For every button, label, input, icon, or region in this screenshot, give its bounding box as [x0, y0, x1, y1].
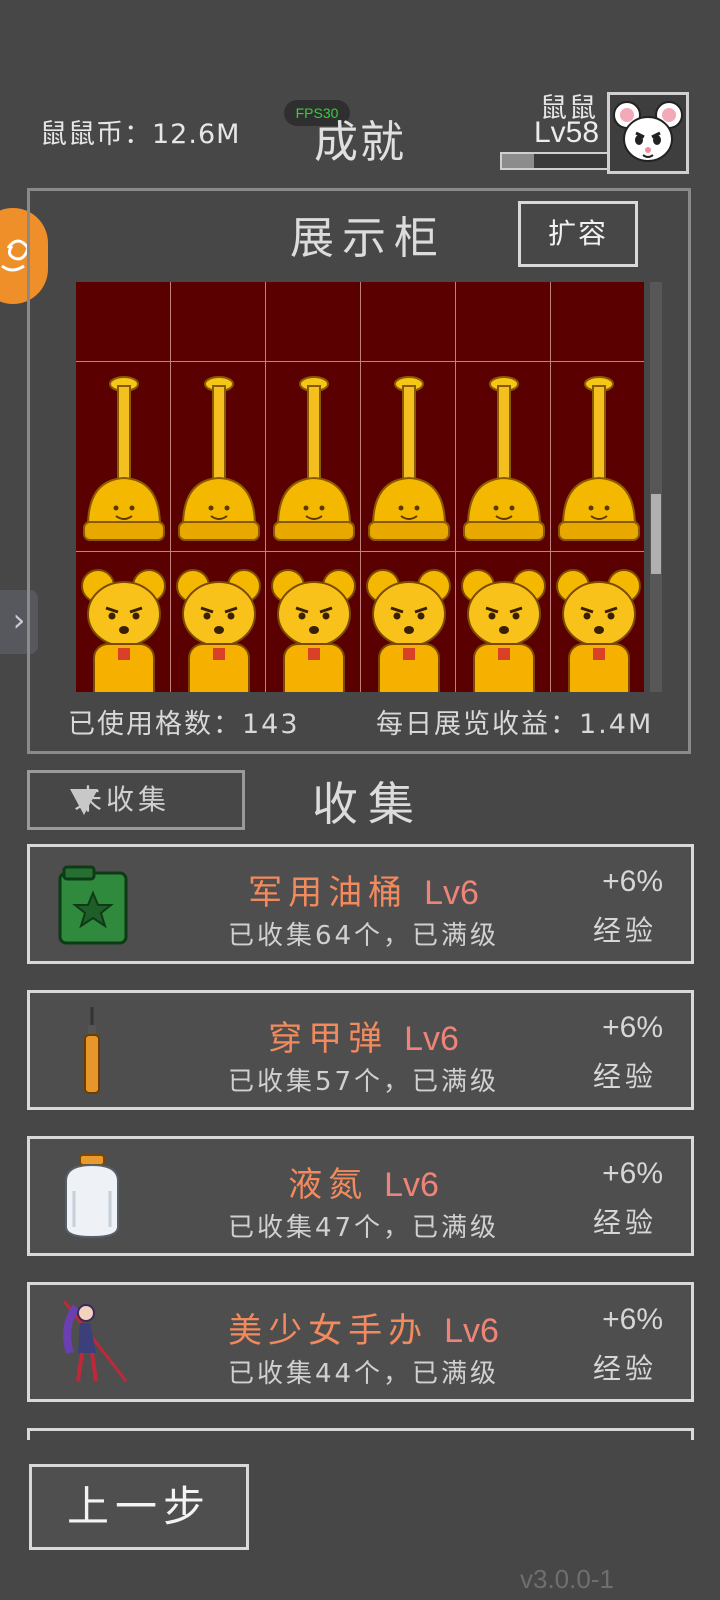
item-level: Lv6: [404, 1020, 459, 1058]
xp-progress-bar: [500, 152, 610, 170]
exp-bonus-label: 经验: [592, 1352, 657, 1385]
golden-plunger-icon: [273, 376, 355, 541]
golden-plunger-icon: [178, 376, 260, 541]
player-avatar[interactable]: [607, 92, 689, 174]
showcase-cell-golden-bear[interactable]: [456, 552, 551, 692]
collection-card[interactable]: 液氮 Lv6 已收集47个，已满级 +6% 经验: [27, 1136, 694, 1256]
golden-bear-figure-icon: [176, 569, 261, 692]
exp-bonus-value: +6%: [602, 865, 663, 898]
showcase-cell-speaker[interactable]: [456, 282, 551, 362]
item-name: 液氮 Lv6: [288, 1165, 439, 1205]
showcase-cell-golden-bear[interactable]: [266, 552, 361, 692]
showcase-cell-plunger[interactable]: [551, 362, 644, 552]
exp-bonus-label: 经验: [592, 914, 657, 947]
showcase-cell-speaker[interactable]: [171, 282, 266, 362]
speaker-icon: [551, 282, 644, 362]
golden-bear-figure-icon: [461, 569, 546, 692]
showcase-cell-plunger[interactable]: [266, 362, 361, 552]
collection-card-partial: [27, 1428, 694, 1440]
showcase-cell-speaker[interactable]: [76, 282, 171, 362]
showcase-cell-plunger[interactable]: [456, 362, 551, 552]
exp-bonus-label: 经验: [592, 1060, 657, 1093]
expand-button[interactable]: 扩容: [518, 201, 638, 267]
triangle-down-icon: [70, 789, 98, 815]
collection-title: 收集: [312, 777, 424, 831]
mouse-avatar-icon: [613, 101, 683, 162]
collection-card[interactable]: 美少女手办 Lv6 已收集44个，已满级 +6% 经验: [27, 1282, 694, 1402]
back-button[interactable]: 上一步: [29, 1464, 249, 1550]
showcase-cell-golden-bear[interactable]: [171, 552, 266, 692]
golden-plunger-icon: [83, 376, 165, 541]
collection-card[interactable]: 穿甲弹 Lv6 已收集57个，已满级 +6% 经验: [27, 990, 694, 1110]
scrollbar-thumb[interactable]: [651, 494, 661, 574]
speaker-icon: [361, 282, 456, 362]
item-name: 穿甲弹 Lv6: [268, 1019, 459, 1059]
golden-plunger-icon: [463, 376, 545, 541]
daily-exhibit-income: 每日展览收益：1.4M: [376, 709, 654, 740]
speaker-icon: [266, 282, 361, 362]
item-name: 美少女手办 Lv6: [228, 1311, 499, 1351]
showcase-cell-speaker[interactable]: [361, 282, 456, 362]
exp-bonus-value: +6%: [602, 1011, 663, 1044]
showcase-cell-golden-bear[interactable]: [551, 552, 644, 692]
xp-progress-fill: [502, 154, 534, 168]
golden-bear-figure-icon: [271, 569, 356, 692]
speaker-icon: [456, 282, 551, 362]
showcase-cell-golden-bear[interactable]: [76, 552, 171, 692]
exp-bonus-value: +6%: [602, 1303, 663, 1336]
golden-plunger-icon: [558, 376, 640, 541]
coin-balance: 鼠鼠币：12.6M: [40, 119, 241, 150]
showcase-scrollbar[interactable]: [650, 282, 662, 692]
chevron-right-icon: ›: [12, 601, 26, 639]
player-level: Lv58: [534, 116, 600, 149]
used-cells-count: 已使用格数：143: [68, 709, 300, 740]
item-name: 军用油桶 Lv6: [248, 873, 479, 913]
golden-bear-figure-icon: [81, 569, 166, 692]
item-level: Lv6: [384, 1166, 439, 1204]
showcase-cell-speaker[interactable]: [551, 282, 644, 362]
golden-plunger-icon: [368, 376, 450, 541]
exp-bonus-value: +6%: [602, 1157, 663, 1190]
page-title: 成就: [314, 117, 406, 168]
showcase-cell-plunger[interactable]: [171, 362, 266, 552]
showcase-cell-plunger[interactable]: [76, 362, 171, 552]
exp-bonus-label: 经验: [592, 1206, 657, 1239]
showcase-title: 展示柜: [290, 213, 446, 264]
item-level: Lv6: [444, 1312, 499, 1350]
showcase-cell-speaker[interactable]: [266, 282, 361, 362]
speaker-icon: [76, 282, 171, 362]
golden-bear-figure-icon: [366, 569, 451, 692]
uncollected-filter-button[interactable]: 未收集: [27, 770, 245, 830]
showcase-cell-plunger[interactable]: [361, 362, 456, 552]
showcase-grid[interactable]: [76, 282, 644, 692]
version-label: v3.0.0-1: [520, 1564, 614, 1594]
item-level: Lv6: [424, 874, 479, 912]
speaker-icon: [171, 282, 266, 362]
golden-bear-figure-icon: [556, 569, 641, 692]
collection-card[interactable]: 军用油桶 Lv6 已收集64个，已满级 +6% 经验: [27, 844, 694, 964]
showcase-cell-golden-bear[interactable]: [361, 552, 456, 692]
